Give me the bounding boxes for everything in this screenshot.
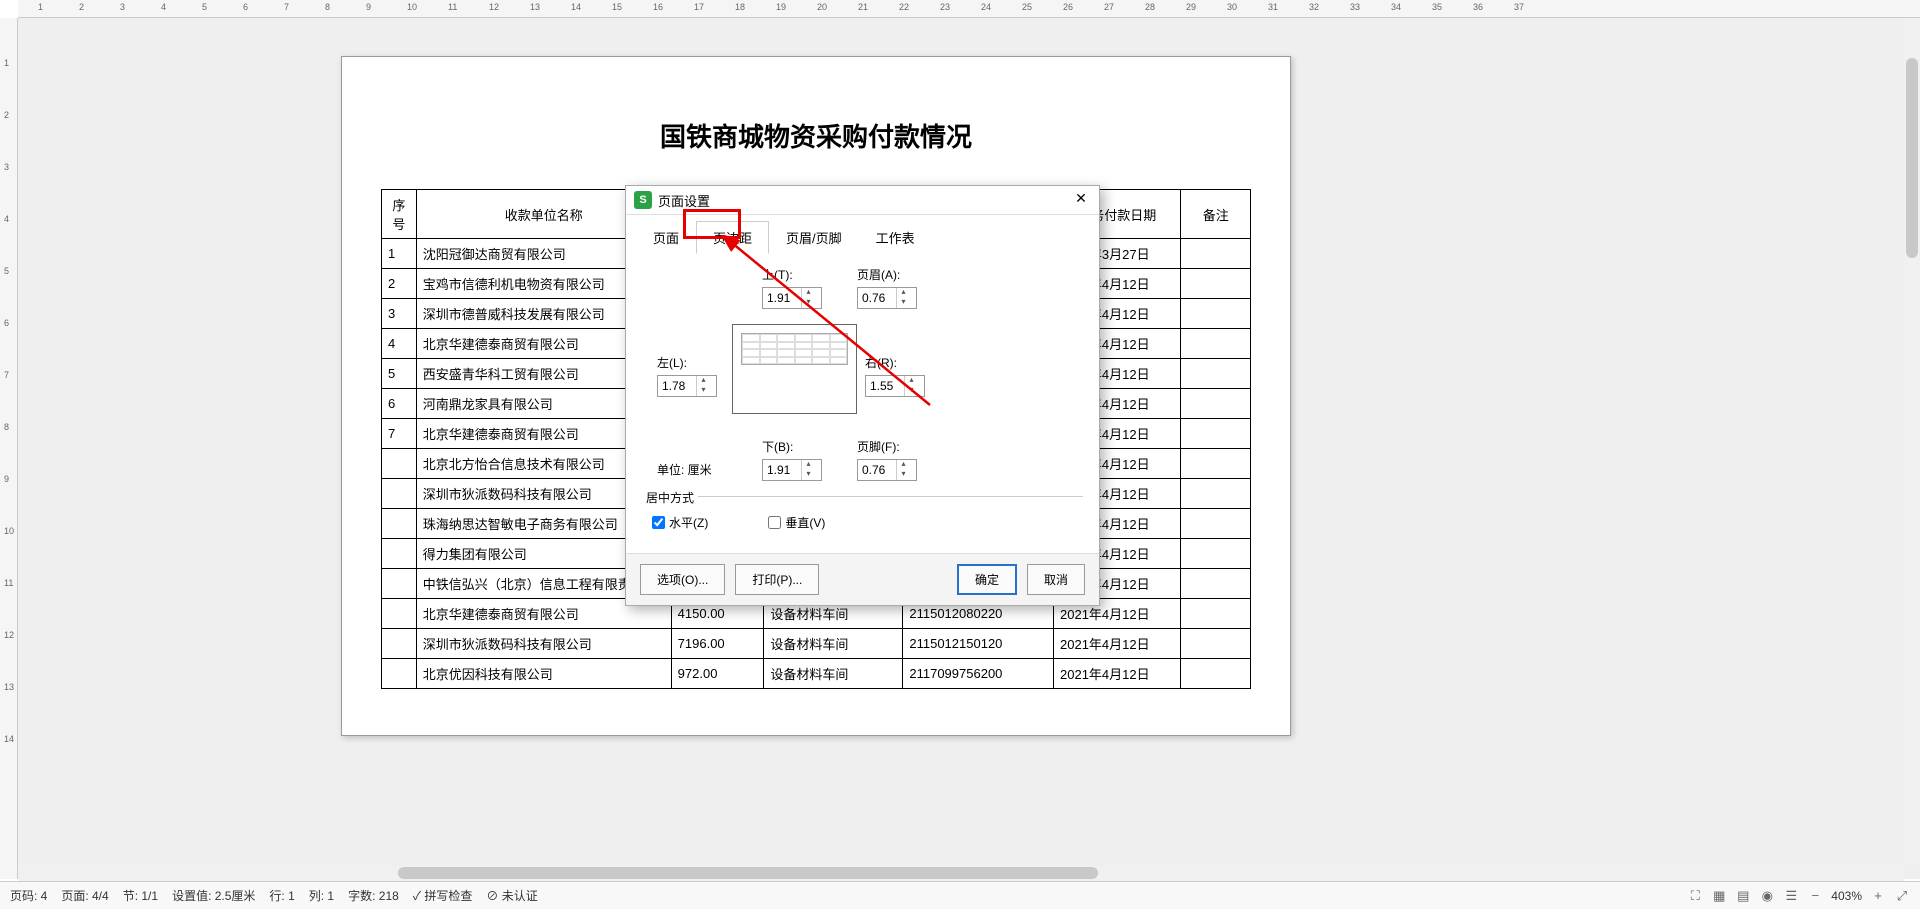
checkbox-horizontal[interactable]: 水平(Z) xyxy=(652,514,708,531)
label-right: 右(R): xyxy=(865,354,925,371)
ok-button[interactable]: 确定 xyxy=(957,564,1017,595)
input-header[interactable]: ▴▾ xyxy=(857,287,917,309)
dialog-title: 页面设置 xyxy=(658,191,1071,210)
status-section: 节: 1/1 xyxy=(123,887,158,904)
fullscreen-icon[interactable]: ⛶ xyxy=(1687,888,1703,904)
zoom-out-icon[interactable]: − xyxy=(1807,888,1823,904)
close-icon[interactable]: ✕ xyxy=(1071,190,1091,210)
status-chars: 字数: 218 xyxy=(348,887,399,904)
input-footer[interactable]: ▴▾ xyxy=(857,459,917,481)
zoom-in-icon[interactable]: + xyxy=(1870,888,1886,904)
header-seq: 序号 xyxy=(382,190,417,239)
tab-margins[interactable]: 页边距 xyxy=(696,221,769,254)
tab-header-footer[interactable]: 页眉/页脚 xyxy=(769,221,859,254)
vertical-scrollbar[interactable] xyxy=(1904,18,1920,864)
reading-icon[interactable]: ◉ xyxy=(1759,888,1775,904)
document-title: 国铁商城物资采购付款情况 xyxy=(342,117,1290,154)
vertical-ruler: 1234567891011121314 xyxy=(0,18,18,879)
spin-down-icon[interactable]: ▾ xyxy=(802,298,815,308)
unit-label: 单位: 厘米 xyxy=(657,461,712,478)
center-section-title: 居中方式 xyxy=(642,489,698,506)
tab-worksheet[interactable]: 工作表 xyxy=(859,221,932,254)
dialog-body: 上(T): ▴▾ 页眉(A): ▴▾ 左(L): ▴▾ 右(R): ▴▾ 下(B… xyxy=(626,254,1099,553)
input-right[interactable]: ▴▾ xyxy=(865,375,925,397)
input-bottom[interactable]: ▴▾ xyxy=(762,459,822,481)
label-header: 页眉(A): xyxy=(857,266,917,283)
horizontal-ruler: 1234567891011121314151617181920212223242… xyxy=(18,0,1920,18)
zoom-level[interactable]: 403% xyxy=(1831,889,1862,903)
status-page-code: 页码: 4 xyxy=(10,887,47,904)
cancel-button[interactable]: 取消 xyxy=(1027,564,1085,595)
dialog-footer: 选项(O)... 打印(P)... 确定 取消 xyxy=(626,553,1099,605)
options-button[interactable]: 选项(O)... xyxy=(640,564,725,595)
spin-down-icon[interactable]: ▾ xyxy=(897,298,910,308)
checkbox-vertical[interactable]: 垂直(V) xyxy=(768,514,825,531)
spin-down-icon[interactable]: ▾ xyxy=(802,470,815,480)
table-row: 深圳市狄派数码科技有限公司7196.00设备材料车间21150121501202… xyxy=(382,629,1251,659)
spin-down-icon[interactable]: ▾ xyxy=(697,386,710,396)
spin-down-icon[interactable]: ▾ xyxy=(905,386,918,396)
input-left[interactable]: ▴▾ xyxy=(657,375,717,397)
status-spellcheck[interactable]: ✓ 拼写检查 xyxy=(413,887,473,904)
layout-icon[interactable]: ▤ xyxy=(1735,888,1751,904)
dialog-header: S 页面设置 ✕ xyxy=(626,186,1099,215)
label-bottom: 下(B): xyxy=(762,438,822,455)
status-auth[interactable]: ⊘ 未认证 xyxy=(486,887,537,904)
label-footer: 页脚(F): xyxy=(857,438,917,455)
label-top: 上(T): xyxy=(762,266,822,283)
status-bar: 页码: 4 页面: 4/4 节: 1/1 设置值: 2.5厘米 行: 1 列: … xyxy=(0,881,1920,909)
print-button[interactable]: 打印(P)... xyxy=(735,564,819,595)
input-top[interactable]: ▴▾ xyxy=(762,287,822,309)
status-col: 列: 1 xyxy=(309,887,334,904)
fit-icon[interactable]: ⤢ xyxy=(1894,888,1910,904)
horizontal-scrollbar[interactable] xyxy=(18,865,1904,881)
outline-icon[interactable]: ☰ xyxy=(1783,888,1799,904)
label-left: 左(L): xyxy=(657,354,717,371)
table-row: 北京优因科技有限公司972.00设备材料车间21170997562002021年… xyxy=(382,659,1251,689)
status-row: 行: 1 xyxy=(269,887,294,904)
view-mode-icon[interactable]: ▦ xyxy=(1711,888,1727,904)
page-setup-dialog: S 页面设置 ✕ 页面 页边距 页眉/页脚 工作表 上(T): ▴▾ 页眉(A)… xyxy=(625,185,1100,606)
header-note: 备注 xyxy=(1181,190,1251,239)
spin-down-icon[interactable]: ▾ xyxy=(897,470,910,480)
dialog-tabs: 页面 页边距 页眉/页脚 工作表 xyxy=(626,215,1099,254)
status-page: 页面: 4/4 xyxy=(61,887,108,904)
margin-preview xyxy=(732,324,857,414)
app-icon: S xyxy=(634,191,652,209)
status-setting: 设置值: 2.5厘米 xyxy=(172,887,255,904)
tab-page[interactable]: 页面 xyxy=(636,221,696,254)
